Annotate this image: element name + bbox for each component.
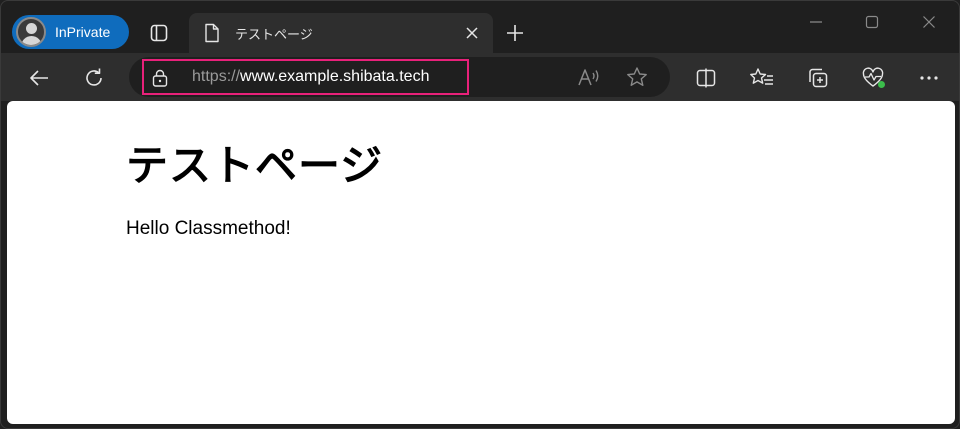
read-aloud-icon[interactable] — [577, 67, 601, 87]
maximize-button[interactable] — [852, 9, 892, 35]
tab-active[interactable]: テストページ — [189, 13, 493, 53]
favorites-list-icon — [750, 68, 773, 85]
tab-actions-button[interactable] — [145, 19, 173, 47]
lock-icon[interactable] — [152, 69, 168, 87]
inprivate-label: InPrivate — [55, 24, 111, 40]
tab-title: テストページ — [235, 27, 313, 42]
page-heading: テストページ — [126, 142, 384, 189]
web-content: テストページ Hello Classmethod! — [7, 101, 955, 424]
settings-more-button[interactable] — [914, 63, 944, 93]
url-host: www.example.shibata.tech — [240, 68, 430, 85]
toolbar: https://www.example.shibata.tech — [1, 53, 959, 101]
collections-icon — [809, 68, 828, 88]
collections-button[interactable] — [803, 63, 833, 93]
favorite-star-icon[interactable] — [626, 66, 648, 88]
tab-strip: InPrivate テストページ — [1, 1, 959, 53]
tab-actions-icon — [150, 24, 168, 42]
back-button[interactable] — [24, 63, 54, 93]
new-tab-button[interactable] — [501, 19, 529, 47]
close-icon — [923, 16, 935, 28]
maximize-icon — [865, 15, 879, 29]
split-screen-icon — [696, 68, 716, 88]
back-arrow-icon — [30, 70, 48, 86]
refresh-button[interactable] — [79, 63, 109, 93]
avatar — [16, 17, 46, 47]
url-text[interactable]: https://www.example.shibata.tech — [192, 68, 429, 86]
plus-icon — [507, 25, 523, 41]
page-icon — [205, 23, 219, 43]
minimize-icon — [810, 21, 822, 23]
close-window-button[interactable] — [909, 9, 949, 35]
minimize-button[interactable] — [796, 9, 836, 35]
page-paragraph: Hello Classmethod! — [126, 218, 291, 239]
inprivate-profile-button[interactable]: InPrivate — [12, 15, 129, 49]
heart-pulse-icon — [862, 67, 885, 88]
url-protocol: https:// — [192, 68, 241, 85]
browser-window: InPrivate テストページ https://www.example.shi… — [0, 0, 960, 429]
split-screen-button[interactable] — [691, 63, 721, 93]
more-dots-icon — [920, 76, 938, 80]
favorites-button[interactable] — [747, 63, 777, 93]
close-tab-icon[interactable] — [464, 25, 480, 41]
address-bar[interactable]: https://www.example.shibata.tech — [129, 57, 670, 97]
refresh-icon — [86, 68, 102, 86]
browser-essentials-button[interactable] — [859, 63, 889, 93]
